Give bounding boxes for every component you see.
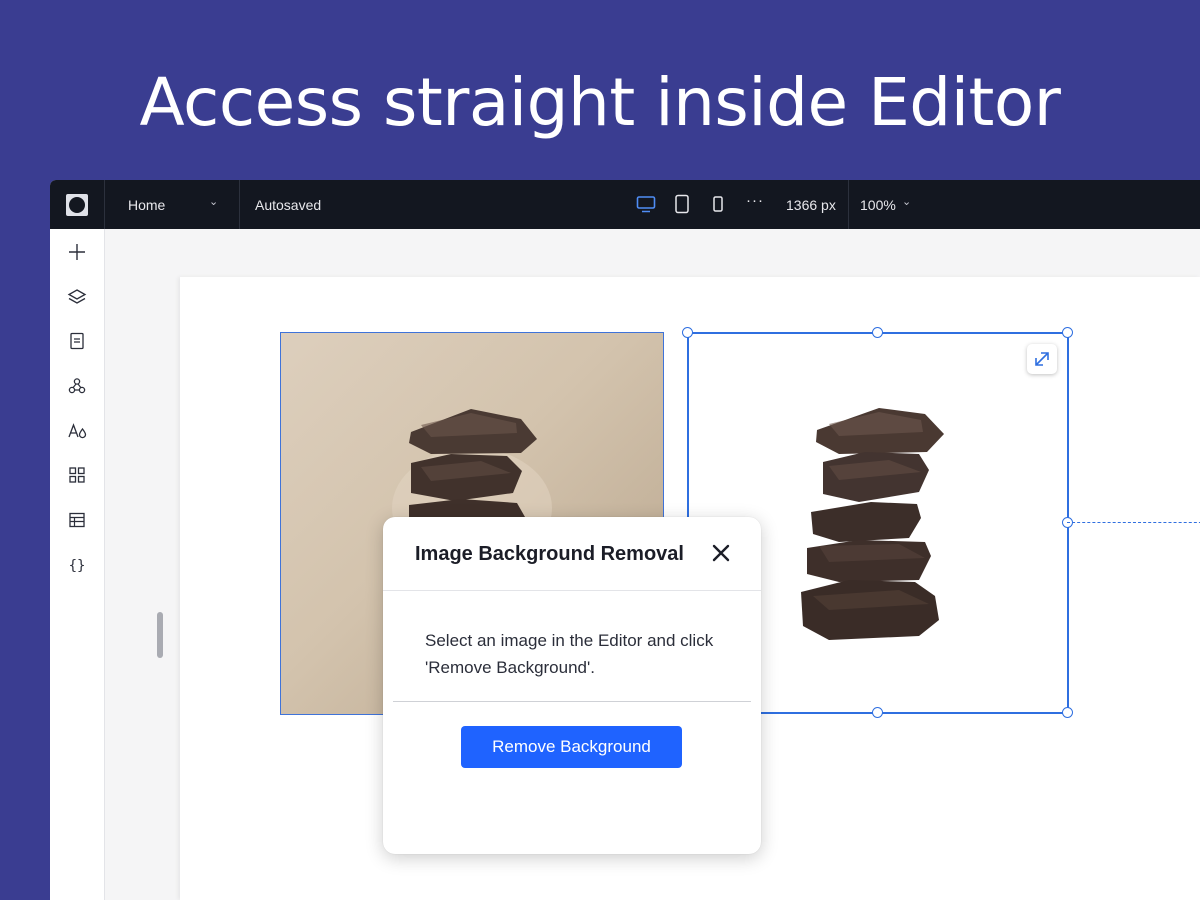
width-readout: 1366 px [786, 197, 836, 213]
remove-background-button[interactable]: Remove Background [461, 726, 682, 768]
more-breakpoints-icon[interactable]: ··· [746, 192, 764, 209]
alignment-guide [1067, 522, 1200, 523]
chevron-down-icon: ⌄ [209, 196, 219, 208]
resize-handle-top-right[interactable] [1062, 327, 1073, 338]
svg-text:{}: {} [69, 558, 86, 574]
zoom-chevron-icon[interactable]: ⌄ [902, 195, 911, 208]
save-status: Autosaved [255, 197, 322, 213]
expand-icon [1035, 352, 1049, 366]
page-selector-label: Home [128, 197, 166, 213]
tablet-view-icon[interactable] [671, 193, 693, 215]
background-removal-dialog: Image Background Removal Select an image… [383, 517, 761, 854]
top-bar: Home ⌄ Autosaved ··· 1366 px 100% ⌄ [50, 180, 1200, 229]
dialog-title: Image Background Removal [415, 543, 684, 565]
page-selector[interactable]: Home ⌄ [105, 180, 240, 229]
resize-handle-top[interactable] [872, 327, 883, 338]
editor-logo[interactable] [50, 180, 105, 229]
dialog-message: Select an image in the Editor and click … [425, 631, 714, 677]
resize-handle-bottom[interactable] [872, 707, 883, 718]
close-icon[interactable] [710, 542, 732, 564]
code-icon[interactable]: {} [66, 554, 88, 576]
resize-handle-top-left[interactable] [682, 327, 693, 338]
apps-icon[interactable] [66, 375, 88, 397]
table-icon[interactable] [66, 509, 88, 531]
pages-icon[interactable] [66, 330, 88, 352]
topbar-divider [848, 180, 849, 229]
mobile-view-icon[interactable] [707, 193, 729, 215]
dialog-divider [393, 701, 751, 702]
canvas-scrollbar[interactable] [157, 612, 163, 658]
theme-icon[interactable] [66, 420, 88, 442]
grid-icon[interactable] [66, 464, 88, 486]
desktop-view-icon[interactable] [635, 193, 657, 215]
zoom-selector[interactable]: 100% [860, 197, 896, 213]
layers-icon[interactable] [66, 286, 88, 308]
logo-icon [66, 194, 88, 216]
add-icon[interactable] [66, 241, 88, 263]
expand-button[interactable] [1027, 344, 1057, 374]
dialog-divider [383, 590, 761, 591]
left-sidebar: {} [50, 229, 105, 900]
headline: Access straight inside Editor [139, 64, 1061, 141]
resize-handle-bottom-right[interactable] [1062, 707, 1073, 718]
